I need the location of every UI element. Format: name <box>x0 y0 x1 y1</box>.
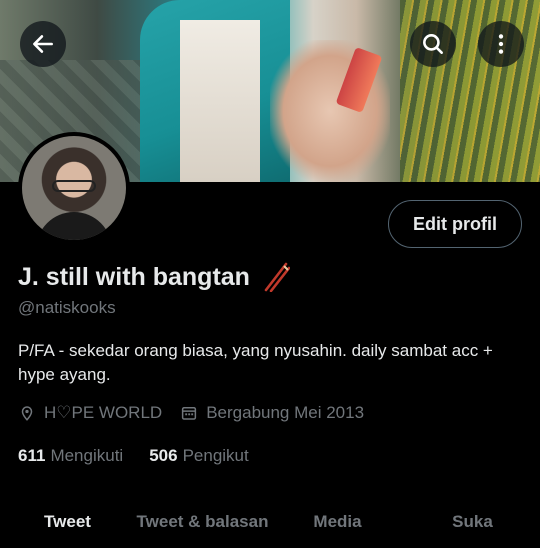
followers-label: Pengikut <box>182 446 249 465</box>
joined-item: Bergabung Mei 2013 <box>180 403 364 423</box>
more-vertical-icon <box>498 34 504 54</box>
arrow-left-icon <box>33 35 53 53</box>
search-button[interactable] <box>410 21 456 67</box>
tab-media[interactable]: Media <box>270 496 405 548</box>
banner-shirt <box>180 20 260 182</box>
profile-tabs: Tweet Tweet & balasan Media Suka <box>0 496 540 548</box>
edit-profile-button[interactable]: Edit profil <box>388 200 522 248</box>
avatar[interactable] <box>18 132 130 244</box>
calendar-icon <box>182 407 197 420</box>
profile-handle: @natiskooks <box>18 298 116 317</box>
joined-text: Bergabung Mei 2013 <box>206 403 365 422</box>
tab-likes[interactable]: Suka <box>405 496 540 548</box>
tab-tweet[interactable]: Tweet <box>0 496 135 548</box>
location-text: H♡PE WORLD <box>44 403 163 422</box>
profile-meta: H♡PE WORLD Bergabung Mei 2013 <box>18 403 364 423</box>
tab-tweet-replies[interactable]: Tweet & balasan <box>135 496 270 548</box>
profile-bio: P/FA - sekedar orang biasa, yang nyusahi… <box>18 341 493 384</box>
search-icon <box>423 34 443 54</box>
followers-count: 506 <box>149 446 178 465</box>
location-item: H♡PE WORLD <box>18 403 162 423</box>
following-label: Mengikuti <box>50 446 124 465</box>
display-name: J. still with bangtan <box>18 262 250 291</box>
more-options-button[interactable] <box>478 21 524 67</box>
following-count: 611 <box>18 446 46 465</box>
followers-link[interactable]: 506 Pengikut <box>149 446 249 466</box>
back-button[interactable] <box>20 21 66 67</box>
avatar-photo <box>22 136 126 240</box>
following-link[interactable]: 611 Mengikuti <box>18 446 123 466</box>
avatar-glasses <box>52 180 96 192</box>
avatar-body <box>36 212 112 240</box>
follow-stats: 611 Mengikuti 506 Pengikut <box>18 446 249 466</box>
chopsticks-icon <box>264 262 290 292</box>
location-pin-icon <box>21 406 33 421</box>
display-name-row: J. still with bangtan <box>18 262 290 292</box>
